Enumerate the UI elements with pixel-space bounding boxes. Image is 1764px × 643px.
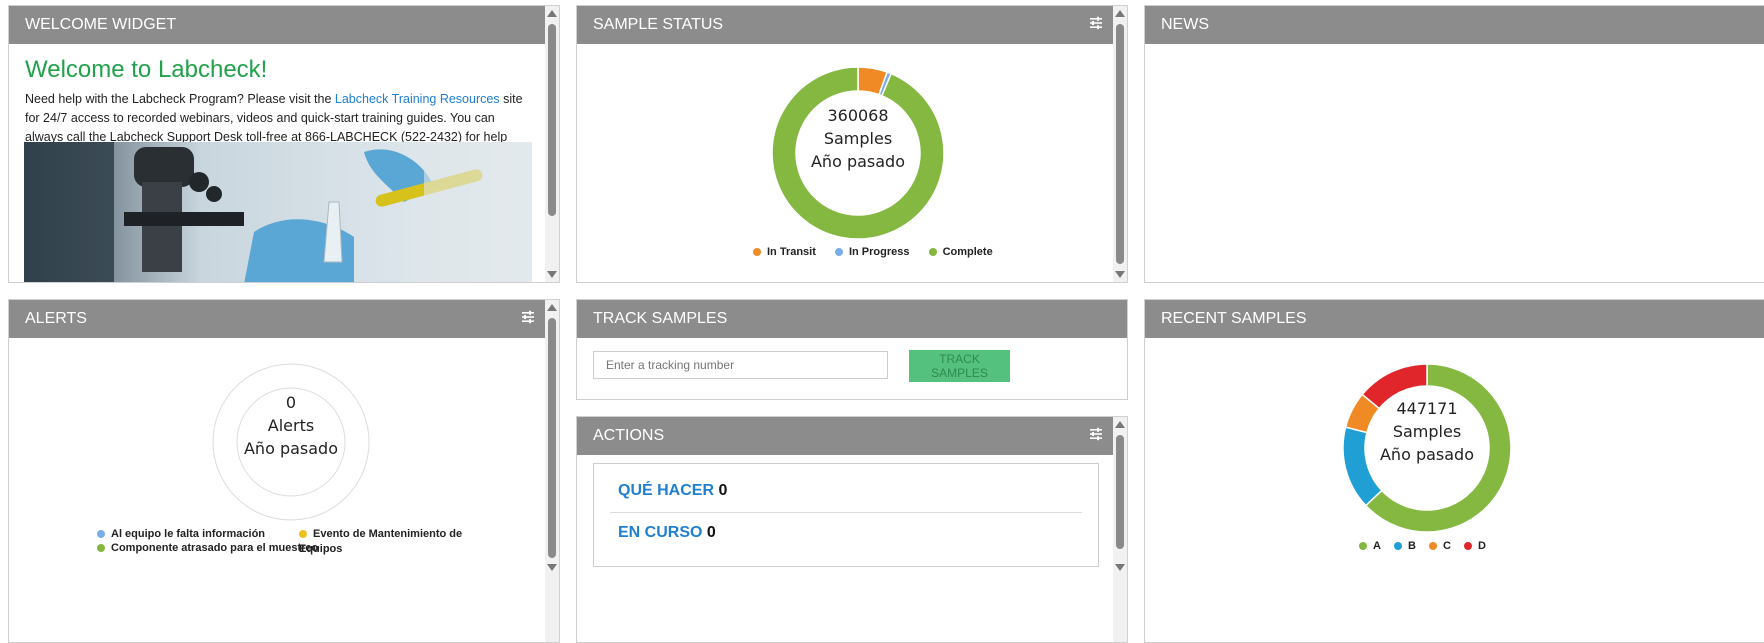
sample-status-legend: In Transit In Progress Complete (753, 246, 993, 258)
news-header: NEWS (1145, 6, 1764, 44)
legend-label: In Progress (848, 246, 910, 258)
welcome-widget-header: WELCOME WIDGET (9, 6, 559, 44)
alerts-label: Alerts (267, 416, 315, 435)
welcome-widget: WELCOME WIDGET Welcome to Labcheck! Need… (8, 5, 560, 283)
recent-samples-center: 447171 Samples Año pasado (1369, 397, 1485, 466)
alerts-widget: ALERTS 0 Alerts Año pasado Al equipo le … (8, 299, 560, 643)
legend-label: A (1373, 540, 1381, 552)
recent-samples-count: 447171 (1396, 399, 1458, 418)
alerts-title: ALERTS (25, 310, 87, 327)
scroll-thumb[interactable] (1116, 435, 1124, 549)
recent-samples-header: RECENT SAMPLES (1145, 300, 1764, 338)
actions-widget: ACTIONS QUÉ HACER 0 EN CURSO 0 (576, 416, 1128, 643)
scroll-up-icon[interactable] (1115, 421, 1125, 428)
legend-label: In Transit (767, 246, 816, 258)
alerts-header: ALERTS (9, 300, 559, 338)
legend-item-c[interactable]: C (1429, 540, 1451, 552)
track-samples-button[interactable]: TRACK SAMPLES (909, 350, 1010, 382)
sample-status-period: Año pasado (810, 152, 905, 171)
scroll-down-icon[interactable] (547, 271, 557, 278)
action-count: 0 (706, 524, 716, 541)
track-samples-title: TRACK SAMPLES (593, 310, 728, 327)
actions-title: ACTIONS (593, 427, 665, 444)
legend-dot (1429, 542, 1438, 551)
legend-item-maintenance[interactable]: Evento de Mantenimiento de Equipos (299, 527, 497, 557)
sample-status-scrollbar[interactable] (1113, 6, 1127, 282)
settings-sliders-icon[interactable] (1089, 427, 1103, 441)
scroll-thumb[interactable] (548, 318, 556, 558)
welcome-widget-title: WELCOME WIDGET (25, 16, 177, 33)
alerts-scrollbar[interactable] (545, 300, 559, 642)
welcome-scrollbar[interactable] (545, 6, 559, 282)
recent-samples-widget: RECENT SAMPLES 447171 Samples Año pasado… (1144, 299, 1764, 643)
legend-dot (834, 248, 843, 257)
actions-scrollbar[interactable] (1113, 417, 1127, 642)
legend-item-in-progress[interactable]: In Progress (834, 246, 910, 258)
news-title: NEWS (1161, 16, 1209, 33)
recent-samples-label: Samples (1392, 422, 1462, 441)
legend-item-a[interactable]: A (1359, 540, 1381, 552)
action-row-in-progress[interactable]: EN CURSO 0 (618, 524, 716, 542)
alerts-period: Año pasado (243, 439, 338, 458)
scroll-up-icon[interactable] (1115, 10, 1125, 17)
action-row-todo[interactable]: QUÉ HACER 0 (618, 482, 727, 500)
legend-label: Componente atrasado para el muestreo (111, 542, 319, 554)
welcome-heading: Welcome to Labcheck! (25, 56, 268, 83)
lab-image (24, 142, 532, 282)
welcome-text-before: Need help with the Labcheck Program? Ple… (25, 92, 335, 106)
legend-dot (1359, 542, 1367, 551)
legend-item-in-transit[interactable]: In Transit (753, 246, 816, 258)
legend-dot (1464, 542, 1473, 551)
legend-label: B (1408, 540, 1416, 552)
scroll-up-icon[interactable] (547, 304, 557, 311)
legend-item-missing-info[interactable]: Al equipo le falta información (97, 527, 265, 542)
tracking-number-input[interactable] (593, 351, 888, 379)
alerts-center: 0 Alerts Año pasado (231, 391, 351, 460)
legend-label: Complete (942, 246, 993, 258)
legend-item-b[interactable]: B (1394, 540, 1416, 552)
sample-status-center: 360068 Samples Año pasado (800, 104, 916, 173)
actions-list: QUÉ HACER 0 EN CURSO 0 (593, 463, 1099, 567)
scroll-thumb[interactable] (1116, 24, 1124, 264)
track-samples-header: TRACK SAMPLES (577, 300, 1127, 338)
legend-label: Al equipo le falta información (111, 528, 266, 540)
legend-label: Evento de Mantenimiento de Equipos (299, 528, 463, 555)
legend-item-complete[interactable]: Complete (928, 246, 993, 258)
settings-sliders-icon[interactable] (521, 310, 535, 324)
sample-status-label: Samples (823, 129, 893, 148)
recent-samples-title: RECENT SAMPLES (1161, 310, 1307, 327)
scroll-down-icon[interactable] (1115, 271, 1125, 278)
recent-samples-period: Año pasado (1379, 445, 1474, 464)
legend-label: D (1478, 540, 1486, 552)
sample-status-header: SAMPLE STATUS (577, 6, 1127, 44)
sample-status-count: 360068 (827, 106, 889, 125)
action-divider (610, 512, 1082, 513)
legend-dot (928, 248, 937, 257)
recent-samples-legend: A B C D (1359, 540, 1486, 552)
sample-status-title: SAMPLE STATUS (593, 16, 724, 33)
legend-dot (299, 530, 307, 539)
training-resources-link[interactable]: Labcheck Training Resources (335, 92, 500, 106)
legend-dot (97, 544, 105, 553)
legend-dot (1394, 542, 1403, 551)
legend-item-overdue[interactable]: Componente atrasado para el muestreo (97, 541, 318, 556)
action-label[interactable]: QUÉ HACER (618, 482, 714, 499)
scroll-up-icon[interactable] (547, 10, 557, 17)
track-samples-widget: TRACK SAMPLES TRACK SAMPLES (576, 299, 1128, 400)
legend-dot (97, 530, 105, 539)
legend-label: C (1443, 540, 1451, 552)
actions-header: ACTIONS (577, 417, 1127, 455)
scroll-thumb[interactable] (548, 24, 556, 216)
news-widget: NEWS (1144, 5, 1764, 283)
action-label[interactable]: EN CURSO (618, 524, 702, 541)
legend-dot (753, 248, 761, 257)
scroll-down-icon[interactable] (1115, 564, 1125, 571)
legend-item-d[interactable]: D (1464, 540, 1486, 552)
scroll-down-icon[interactable] (547, 564, 557, 571)
alerts-count: 0 (285, 393, 297, 412)
settings-sliders-icon[interactable] (1089, 16, 1103, 30)
sample-status-widget: SAMPLE STATUS 360068 Samples Año pasado … (576, 5, 1128, 283)
action-count: 0 (718, 482, 728, 499)
